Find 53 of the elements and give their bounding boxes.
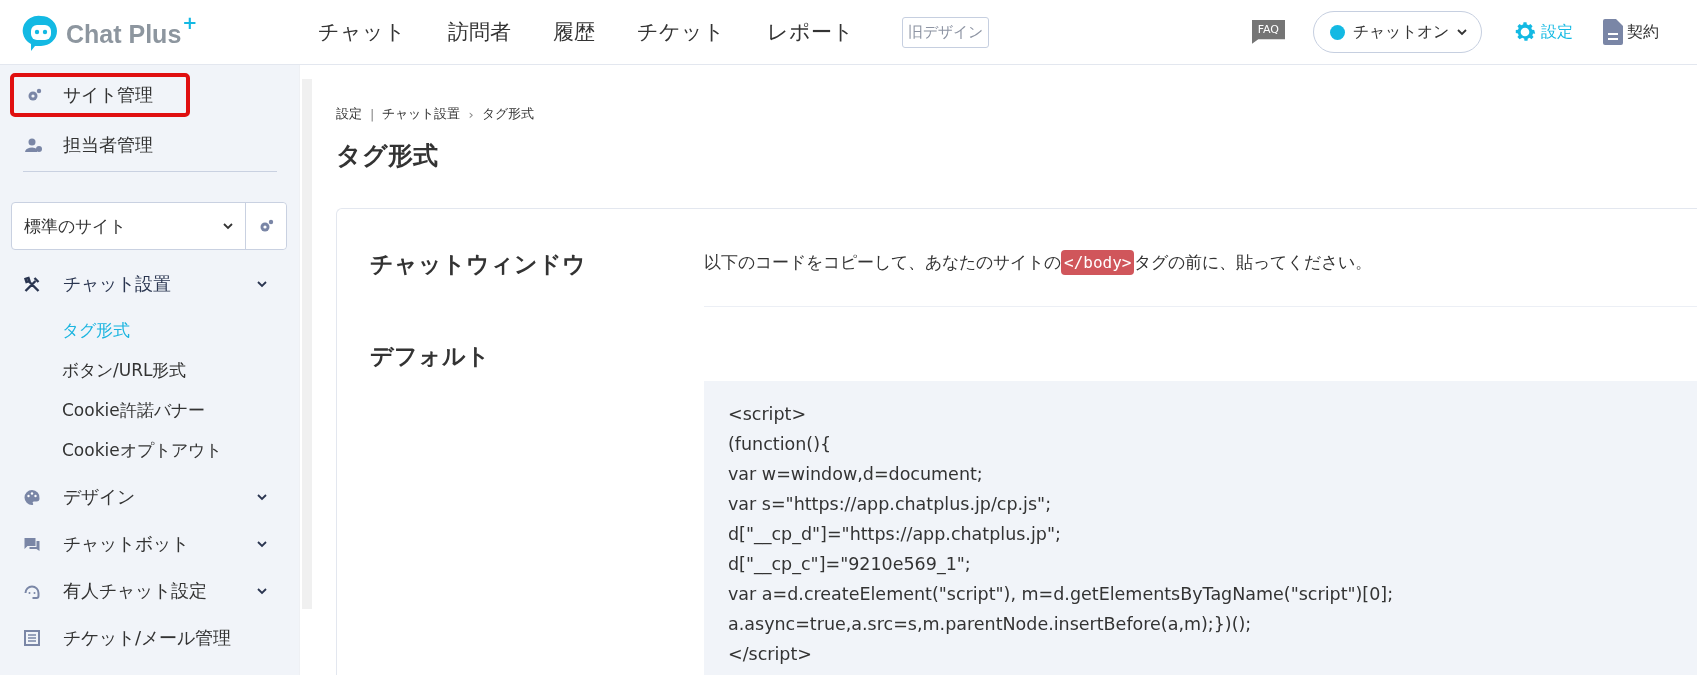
chevron-icon: [257, 280, 268, 288]
menu-item[interactable]: チャット設置: [11, 264, 288, 304]
section-heading: デフォルト: [370, 342, 491, 371]
code-line: a.async=true,a.src=s,m.parentNode.insertBefore(a,m);})();: [728, 613, 1253, 636]
contract-link[interactable]: 契約: [1603, 19, 1659, 45]
list-icon: [23, 630, 41, 646]
sidebar-item[interactable]: 担当者管理: [10, 123, 190, 167]
chevron-icon: [257, 540, 268, 548]
nav-link[interactable]: 訪問者: [448, 18, 511, 46]
instruction-text: 以下のコードをコピーして、あなたのサイトの </body> タグの前に、貼ってください。: [704, 249, 1697, 307]
logo-plus: +: [182, 12, 198, 33]
chevron-icon: [257, 587, 268, 595]
section-heading: チャットウィンドウ: [370, 250, 587, 279]
breadcrumb-link[interactable]: タグ形式: [481, 105, 534, 123]
code-line: (function(){: [728, 433, 833, 456]
breadcrumb-link[interactable]: チャット設置: [382, 105, 461, 123]
breadcrumb-separator: |: [370, 106, 375, 122]
caret-icon: [1457, 28, 1467, 36]
breadcrumb-separator: ›: [468, 106, 474, 122]
nav-link[interactable]: チケット: [637, 18, 725, 46]
submenu-link[interactable]: ボタン/URL形式: [11, 350, 288, 390]
menu-item[interactable]: チケット/メール管理: [11, 618, 288, 658]
code-line: d["__cp_c"]="9210e569_1";: [728, 553, 972, 577]
document-icon: [1603, 19, 1623, 45]
code-line: var s="https://app.chatplus.jp/cp.js";: [728, 493, 1053, 516]
breadcrumb-link[interactable]: 設定: [336, 105, 362, 123]
faq-button[interactable]: FAQ: [1251, 20, 1285, 44]
tools-icon: [23, 275, 41, 293]
chevron-icon: [257, 493, 268, 501]
chat-bubble-logo-icon: [22, 14, 60, 52]
status-dropdown[interactable]: チャットオン: [1313, 11, 1482, 53]
code-line: d["__cp_d"]="https://app.chatplus.jp";: [728, 523, 1062, 547]
code-line: <script>: [728, 403, 808, 426]
logo-text: Chat Plus: [66, 20, 182, 49]
code-line: var w=window,d=document;: [728, 463, 984, 486]
nav-link[interactable]: レポート: [767, 18, 854, 46]
page-title: タグ形式: [336, 140, 439, 172]
code-line: var a=d.createElement("script"), m=d.getElementsByTagName("script")[0];: [728, 583, 1395, 606]
menu-item[interactable]: 有人チャット設定: [11, 571, 288, 611]
nav-link[interactable]: 履歴: [553, 18, 595, 46]
submenu-link[interactable]: Cookie許諾バナー: [11, 390, 288, 430]
nav-link[interactable]: チャット: [318, 18, 406, 46]
chat-icon: [23, 535, 41, 553]
user-gear-icon: [25, 137, 43, 153]
code-tag: </body>: [1061, 250, 1135, 275]
code-line: </script>: [728, 643, 813, 666]
palette-icon: [23, 488, 41, 506]
scrollbar[interactable]: [299, 65, 314, 675]
menu-item[interactable]: デザイン: [11, 477, 288, 517]
sidebar-item[interactable]: サイト管理: [10, 73, 190, 117]
submenu-link[interactable]: Cookieオプトアウト: [11, 430, 288, 470]
menu-item[interactable]: チャットボット: [11, 524, 288, 564]
caret-icon: [223, 222, 234, 230]
